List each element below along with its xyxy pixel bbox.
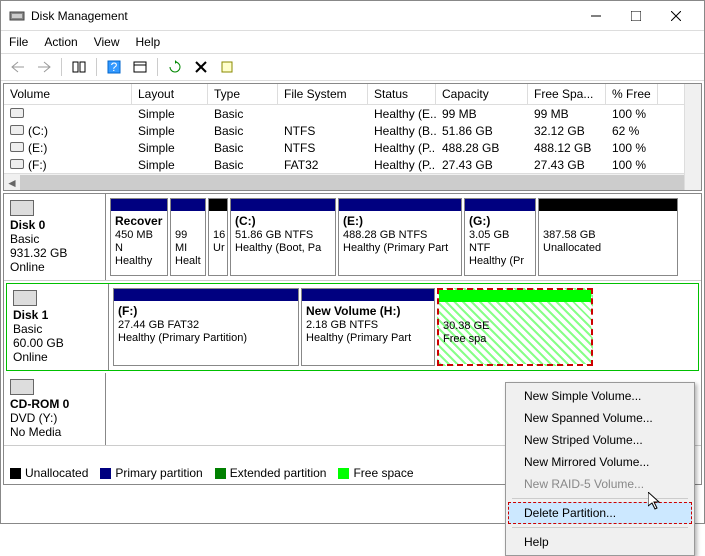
partition[interactable]: (G:)3.05 GB NTFHealthy (Pr xyxy=(464,198,536,276)
context-menu: New Simple Volume... New Spanned Volume.… xyxy=(505,382,695,556)
disk-state: No Media xyxy=(10,425,99,439)
disk-icon xyxy=(13,290,37,306)
volume-row[interactable]: (E:)SimpleBasicNTFSHealthy (P...488.28 G… xyxy=(4,139,701,156)
disk-type: Basic xyxy=(10,232,99,246)
legend-extended: Extended partition xyxy=(230,466,327,480)
disk-name: Disk 1 xyxy=(13,308,102,322)
col-type[interactable]: Type xyxy=(208,84,278,104)
menu-bar: File Action View Help xyxy=(1,31,704,53)
disk-name: CD-ROM 0 xyxy=(10,397,99,411)
disk-size: 60.00 GB xyxy=(13,336,102,350)
forward-button xyxy=(33,56,55,78)
menu-help[interactable]: Help xyxy=(508,531,692,553)
partition[interactable]: (E:)488.28 GB NTFSHealthy (Primary Part xyxy=(338,198,462,276)
menu-new-raid5-volume: New RAID-5 Volume... xyxy=(508,473,692,495)
menu-action[interactable]: Action xyxy=(44,35,77,49)
disk-icon xyxy=(10,379,34,395)
col-status[interactable]: Status xyxy=(368,84,436,104)
legend-unallocated: Unallocated xyxy=(25,466,88,480)
partition[interactable]: (C:)51.86 GB NTFSHealthy (Boot, Pa xyxy=(230,198,336,276)
partition[interactable]: 30.38 GEFree spa xyxy=(437,288,593,366)
toolbar: ? xyxy=(1,53,704,81)
col-free[interactable]: Free Spa... xyxy=(528,84,606,104)
menu-new-mirrored-volume[interactable]: New Mirrored Volume... xyxy=(508,451,692,473)
disk-icon xyxy=(10,200,34,216)
col-capacity[interactable]: Capacity xyxy=(436,84,528,104)
partition[interactable]: New Volume (H:)2.18 GB NTFSHealthy (Prim… xyxy=(301,288,435,366)
back-button xyxy=(7,56,29,78)
properties-button[interactable] xyxy=(216,56,238,78)
refresh-button[interactable] xyxy=(164,56,186,78)
maximize-button[interactable] xyxy=(616,2,656,30)
title-bar: Disk Management xyxy=(1,1,704,31)
disk-type: DVD (Y:) xyxy=(10,411,99,425)
legend-free: Free space xyxy=(353,466,413,480)
window-title: Disk Management xyxy=(31,9,576,23)
app-icon xyxy=(9,8,25,24)
partition[interactable]: 387.58 GBUnallocated xyxy=(538,198,678,276)
col-fs[interactable]: File System xyxy=(278,84,368,104)
delete-icon[interactable] xyxy=(190,56,212,78)
partition[interactable]: 16Ur xyxy=(208,198,228,276)
disk-name: Disk 0 xyxy=(10,218,99,232)
minimize-button[interactable] xyxy=(576,2,616,30)
volume-row[interactable]: (F:)SimpleBasicFAT32Healthy (P...27.43 G… xyxy=(4,156,701,173)
menu-new-striped-volume[interactable]: New Striped Volume... xyxy=(508,429,692,451)
disk-state: Online xyxy=(13,350,102,364)
show-hide-button[interactable] xyxy=(68,56,90,78)
col-pct[interactable]: % Free xyxy=(606,84,658,104)
settings-button[interactable] xyxy=(129,56,151,78)
volume-row[interactable]: (C:)SimpleBasicNTFSHealthy (B...51.86 GB… xyxy=(4,122,701,139)
volume-list: Volume Layout Type File System Status Ca… xyxy=(3,83,702,191)
partition[interactable]: (F:)27.44 GB FAT32Healthy (Primary Parti… xyxy=(113,288,299,366)
disk-type: Basic xyxy=(13,322,102,336)
legend-primary: Primary partition xyxy=(115,466,202,480)
svg-text:?: ? xyxy=(111,60,118,74)
disk-row: Disk 0Basic931.32 GBOnline Recover450 MB … xyxy=(4,194,701,281)
horizontal-scrollbar[interactable]: ◄► xyxy=(4,173,701,190)
legend: Unallocated Primary partition Extended p… xyxy=(10,466,414,480)
disk-row: Disk 1Basic60.00 GBOnline (F:)27.44 GB FA… xyxy=(6,283,699,371)
close-button[interactable] xyxy=(656,2,696,30)
menu-file[interactable]: File xyxy=(9,35,28,49)
partition[interactable]: 99 MIHealt xyxy=(170,198,206,276)
menu-new-simple-volume[interactable]: New Simple Volume... xyxy=(508,385,692,407)
col-volume[interactable]: Volume xyxy=(4,84,132,104)
partition[interactable]: Recover450 MB NHealthy xyxy=(110,198,168,276)
disk-size: 931.32 GB xyxy=(10,246,99,260)
menu-help[interactable]: Help xyxy=(136,35,161,49)
vertical-scrollbar[interactable] xyxy=(684,84,701,190)
menu-new-spanned-volume[interactable]: New Spanned Volume... xyxy=(508,407,692,429)
menu-view[interactable]: View xyxy=(94,35,120,49)
help-button[interactable]: ? xyxy=(103,56,125,78)
volume-row[interactable]: SimpleBasicHealthy (E...99 MB99 MB100 % xyxy=(4,105,701,122)
menu-delete-partition[interactable]: Delete Partition... xyxy=(508,502,692,524)
col-layout[interactable]: Layout xyxy=(132,84,208,104)
disk-state: Online xyxy=(10,260,99,274)
